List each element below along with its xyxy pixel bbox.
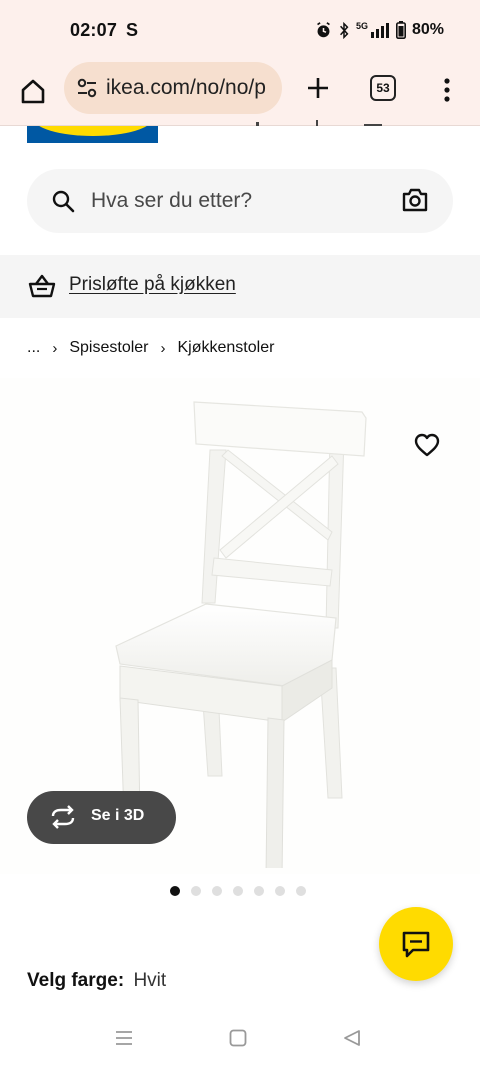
view-in-3d-button[interactable]: Se i 3D <box>27 791 176 844</box>
carousel-dot[interactable] <box>191 886 201 896</box>
color-selector: Velg farge: Hvit <box>27 970 166 992</box>
favorite-button[interactable] <box>406 424 448 466</box>
plus-icon <box>308 78 328 98</box>
site-settings-icon[interactable] <box>76 77 98 99</box>
battery-percent: 80% <box>411 21 444 38</box>
breadcrumb-item-spisestoler[interactable]: Spisestoler <box>69 339 148 357</box>
carousel-dot[interactable] <box>254 886 264 896</box>
home-nav-icon[interactable] <box>229 1029 247 1047</box>
home-button[interactable] <box>14 72 52 110</box>
carrier-icon: S <box>126 20 139 40</box>
more-menu-button[interactable] <box>432 72 462 108</box>
alarm-icon <box>317 21 330 37</box>
battery-icon <box>395 21 406 39</box>
carousel-indicator <box>170 886 306 896</box>
search-icon[interactable] <box>51 189 75 213</box>
camera-icon[interactable] <box>401 187 429 213</box>
bluetooth-icon <box>339 21 349 39</box>
recents-icon[interactable] <box>115 1030 133 1046</box>
more-icon <box>444 78 450 102</box>
promo-banner[interactable]: Prisløfte på kjøkken <box>0 255 480 318</box>
status-bar: 02:07 S 5G 80% <box>0 0 480 62</box>
product-image-gallery[interactable]: Se i 3D <box>0 378 480 874</box>
search-input[interactable] <box>91 169 391 233</box>
carousel-dot[interactable] <box>275 886 285 896</box>
basket-icon <box>28 274 56 298</box>
carousel-dot[interactable] <box>296 886 306 896</box>
ikea-logo[interactable] <box>27 126 158 143</box>
address-bar[interactable]: ikea.com/no/no/p <box>64 62 282 114</box>
breadcrumb-ellipsis[interactable]: ... <box>27 339 40 357</box>
breadcrumb: ... › Spisestoler › Kjøkkenstoler <box>27 337 274 359</box>
color-value: Hvit <box>133 970 167 991</box>
new-tab-button[interactable] <box>300 70 336 106</box>
signal-icon <box>370 23 389 38</box>
network-type: 5G <box>355 21 368 31</box>
browser-toolbar: ikea.com/no/no/p 53 <box>0 62 480 126</box>
rotate-3d-icon <box>51 805 75 829</box>
back-icon[interactable] <box>343 1029 361 1047</box>
system-nav-bar <box>0 1010 480 1067</box>
tab-switcher-button[interactable]: 53 <box>370 75 396 101</box>
carousel-dot[interactable] <box>233 886 243 896</box>
status-time: 02:07 <box>70 20 118 40</box>
promo-link[interactable]: Prisløfte på kjøkken <box>69 274 236 296</box>
chevron-right-icon: › <box>52 339 58 357</box>
view-in-3d-label: Se i 3D <box>91 807 145 824</box>
heart-icon <box>414 433 440 457</box>
carousel-dot[interactable] <box>170 886 180 896</box>
search-bar[interactable] <box>27 169 453 233</box>
chevron-right-icon: › <box>160 339 166 357</box>
status-icons: 5G 80% <box>315 21 444 39</box>
carousel-dot[interactable] <box>212 886 222 896</box>
home-icon <box>21 79 45 104</box>
url-text: ikea.com/no/no/p <box>106 76 266 99</box>
breadcrumb-item-kjokkenstoler[interactable]: Kjøkkenstoler <box>178 339 275 357</box>
header-icons-partial <box>256 120 382 126</box>
chat-button[interactable] <box>379 907 453 981</box>
color-label: Velg farge: <box>27 970 125 991</box>
chat-icon <box>402 931 430 958</box>
